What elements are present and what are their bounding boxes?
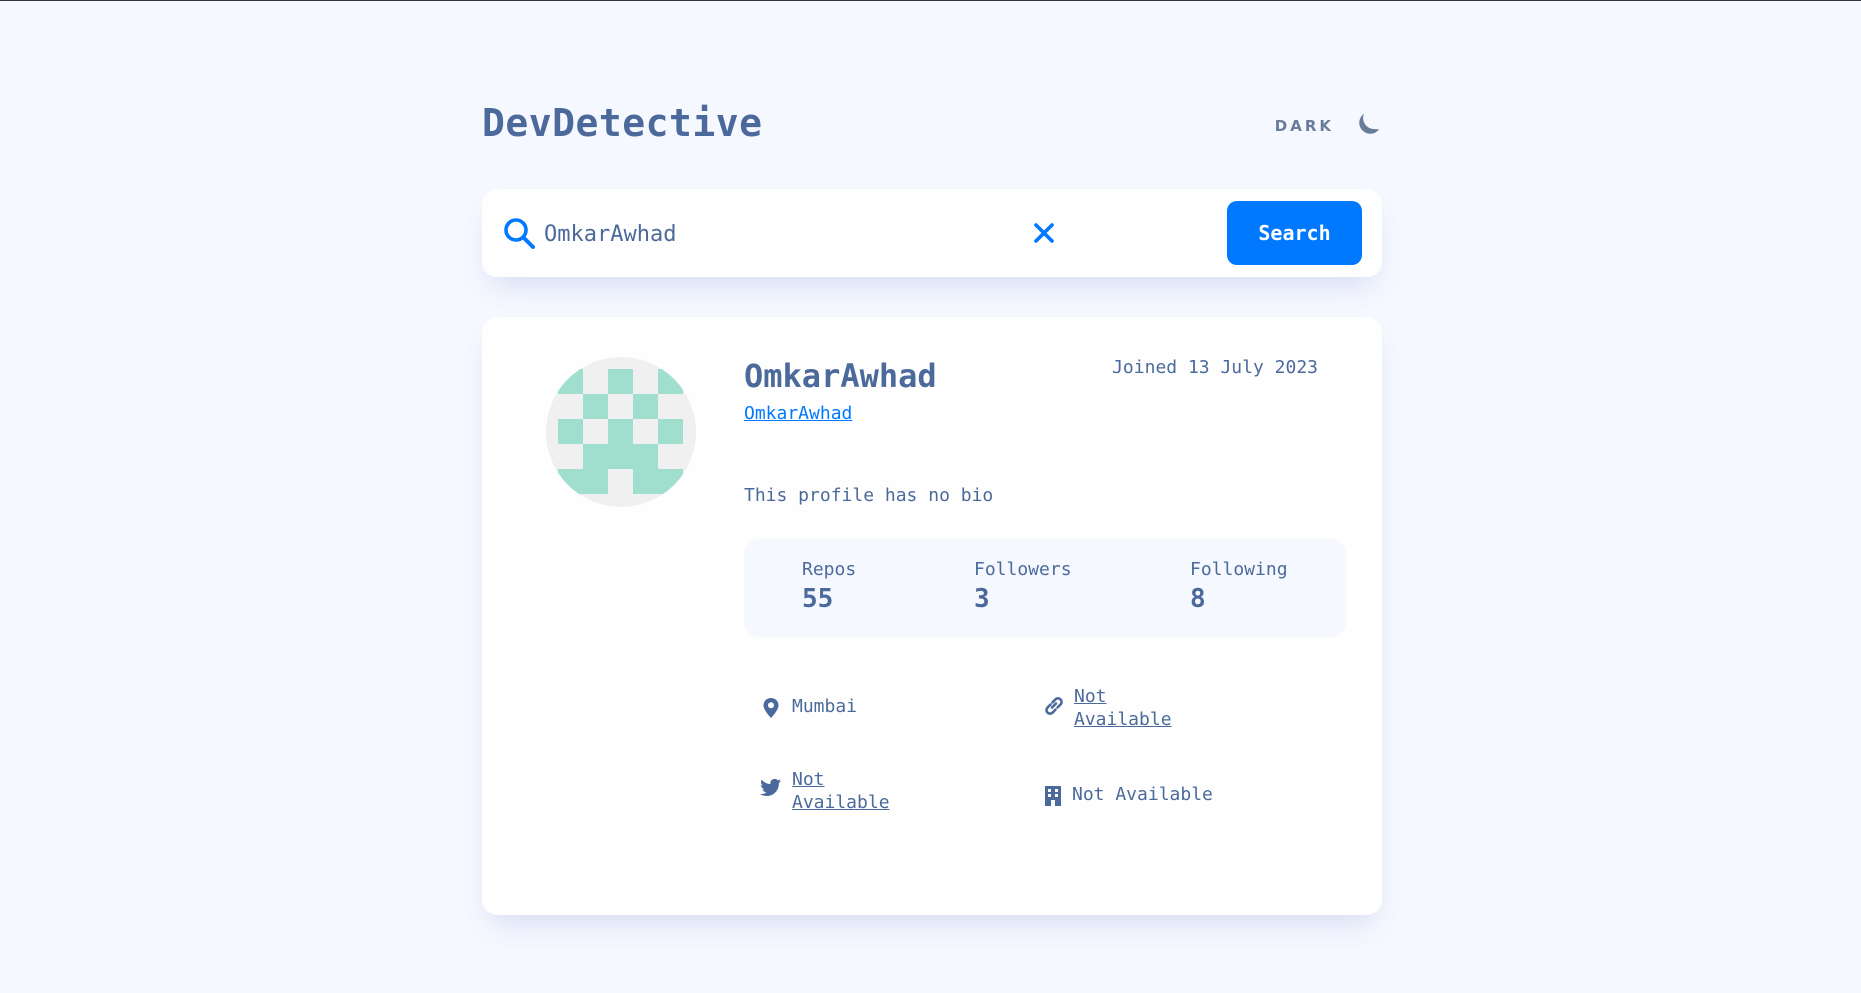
location-text: Mumbai (792, 696, 858, 717)
profile-name: OmkarAwhad (744, 357, 937, 395)
profile-card: OmkarAwhad OmkarAwhad Joined 13 July 202… (482, 317, 1382, 915)
search-bar: Search (482, 189, 1382, 277)
twitter-icon (760, 778, 782, 800)
info-location: Mumbai (760, 695, 857, 719)
link-icon (1042, 695, 1064, 717)
info-website: Not Available (1042, 685, 1184, 731)
theme-toggle-label[interactable]: DARK (1275, 117, 1334, 135)
stat-followers-value: 3 (974, 584, 990, 614)
moon-icon[interactable] (1356, 111, 1382, 141)
search-icon (502, 216, 536, 250)
stat-following-value: 8 (1190, 584, 1206, 614)
stat-following: Following 8 (1190, 559, 1288, 614)
stat-following-label: Following (1190, 559, 1288, 580)
info-twitter: Not Available (760, 768, 902, 814)
app-logo: DevDetective (482, 101, 763, 145)
info-company: Not Available (1044, 783, 1213, 807)
twitter-link[interactable]: Not Available (792, 768, 902, 814)
stats-panel: Repos 55 Followers 3 Following 8 (744, 539, 1346, 637)
theme-toggle[interactable]: DARK (1275, 111, 1382, 141)
profile-login-link[interactable]: OmkarAwhad (744, 403, 852, 424)
joined-date: Joined 13 July 2023 (1112, 357, 1318, 378)
location-pin-icon (760, 697, 782, 719)
avatar (546, 357, 696, 507)
profile-bio: This profile has no bio (744, 485, 994, 506)
header: DevDetective DARK (482, 101, 1382, 151)
stat-repos: Repos 55 (802, 559, 856, 614)
search-button[interactable]: Search (1227, 201, 1362, 265)
stat-followers-label: Followers (974, 559, 1072, 580)
stat-followers: Followers 3 (974, 559, 1072, 614)
search-input[interactable] (542, 213, 1006, 255)
stat-repos-value: 55 (802, 584, 834, 614)
website-link[interactable]: Not Available (1074, 685, 1184, 731)
company-text: Not Available (1072, 784, 1213, 805)
stat-repos-label: Repos (802, 559, 857, 580)
building-icon (1044, 785, 1062, 807)
close-icon[interactable] (1030, 219, 1058, 247)
